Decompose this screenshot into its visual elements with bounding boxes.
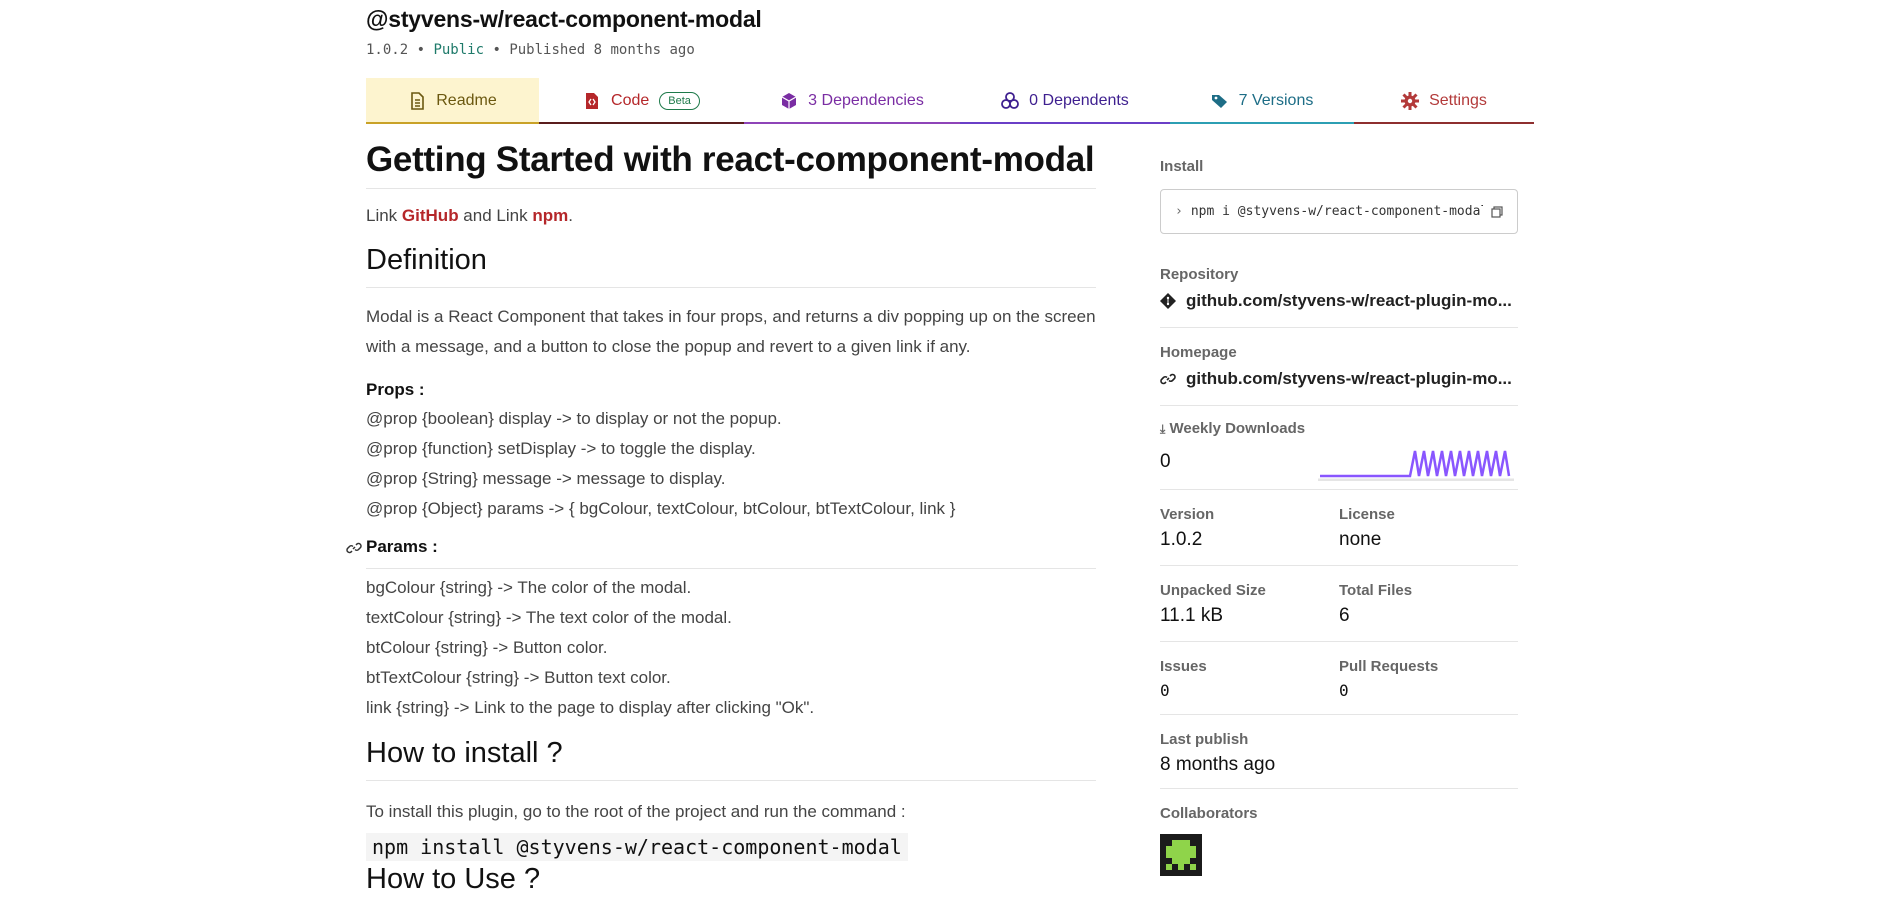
pull-requests-value[interactable]: 0 [1339,681,1518,700]
repository-link[interactable]: github.com/styvens-w/react-plugin-mo... [1160,291,1518,311]
params-list: bgColour {string} -> The color of the mo… [366,573,1096,723]
readme-content: Getting Started with react-component-mod… [346,140,1096,906]
license-label: License [1339,506,1395,523]
collaborators-label: Collaborators [1160,805,1258,822]
definition-text: Modal is a React Component that takes in… [366,307,1096,356]
homepage-link[interactable]: github.com/styvens-w/react-plugin-mo... [1160,369,1518,389]
params-heading: Params : [366,537,438,556]
weekly-downloads-value: 0 [1160,451,1171,472]
package-tabs: Readme Code Beta 3 Dependencies 0 Depend… [366,78,1534,124]
param-line: link {string} -> Link to the page to dis… [366,698,815,717]
prop-line: @prop {boolean} display -> to display or… [366,409,782,428]
copy-icon[interactable] [1491,205,1503,218]
package-visibility: Public [433,42,485,58]
install-label: Install [1160,158,1204,175]
param-line: btTextColour {string} -> Button text col… [366,668,671,687]
tags-icon [1211,95,1227,108]
version-label: Version [1160,506,1215,523]
readme-title: Getting Started with react-component-mod… [366,140,1096,189]
tab-dependents[interactable]: 0 Dependents [960,78,1170,124]
unpacked-size-label: Unpacked Size [1160,582,1266,599]
use-heading: How to Use ? [366,863,541,895]
repository-label: Repository [1160,266,1239,283]
npm-link[interactable]: npm [532,206,568,225]
tab-versions[interactable]: 7 Versions [1170,78,1354,124]
link-icon [1160,373,1176,385]
download-icon: ⤓ [1160,422,1166,436]
tab-code[interactable]: Code Beta [539,78,744,124]
version-value: 1.0.2 [1160,529,1203,550]
beta-badge: Beta [659,92,700,110]
anchor-link-icon[interactable] [346,540,362,556]
tab-readme[interactable]: Readme [366,78,539,124]
package-name: @styvens-w/react-component-modal [366,6,762,32]
package-version: 1.0.2 [366,42,409,58]
homepage-label: Homepage [1160,344,1237,361]
package-published: Published 8 months ago [509,42,695,58]
prop-line: @prop {String} message -> message to dis… [366,469,726,488]
links-paragraph: Link GitHub and Link npm. [366,206,573,225]
tab-settings[interactable]: Settings [1354,78,1534,124]
install-command-box[interactable]: › npm i @styvens-w/react-component-modal [1160,189,1518,234]
last-publish-value: 8 months ago [1160,754,1276,775]
param-line: textColour {string} -> The text color of… [366,608,732,627]
boxes-icon [1001,92,1020,109]
issues-label: Issues [1160,658,1207,675]
total-files-value: 6 [1339,605,1350,626]
weekly-downloads-sparkline [1318,450,1514,481]
unpacked-size-value: 11.1 kB [1160,605,1224,626]
weekly-downloads-label: ⤓ Weekly Downloads [1160,420,1306,437]
install-heading: How to install ? [366,737,1096,781]
param-line: bgColour {string} -> The color of the mo… [366,578,692,597]
license-value: none [1339,529,1382,550]
file-code-icon [586,93,599,109]
sidebar: Install › npm i @styvens-w/react-compone… [1160,140,1518,876]
prop-line: @prop {function} setDisplay -> to toggle… [366,439,756,458]
github-link[interactable]: GitHub [402,206,459,225]
total-files-label: Total Files [1339,582,1413,599]
issues-value[interactable]: 0 [1160,681,1339,700]
last-publish-label: Last publish [1160,731,1249,748]
page-container: @styvens-w/react-component-modal 1.0.2 •… [346,0,1534,911]
pull-requests-label: Pull Requests [1339,658,1439,675]
install-command: npm i @styvens-w/react-component-modal [1190,204,1483,219]
chevron-right-icon: › [1175,204,1183,219]
package-meta: 1.0.2 • Public • Published 8 months ago [366,42,695,58]
sparkline-path [1320,450,1511,478]
props-heading: Props : [366,380,425,399]
git-icon [1160,293,1176,309]
box-icon [781,93,797,109]
definition-heading: Definition [366,244,1096,288]
gear-icon [1401,92,1420,110]
document-icon [411,92,425,110]
param-line: btColour {string} -> Button color. [366,638,608,657]
collaborator-avatar[interactable] [1160,834,1202,876]
install-code: npm install @styvens-w/react-component-m… [366,833,908,861]
prop-line: @prop {Object} params -> { bgColour, tex… [366,499,956,518]
tab-dependencies[interactable]: 3 Dependencies [744,78,960,124]
props-list: @prop {boolean} display -> to display or… [366,404,1096,524]
install-text: To install this plugin, go to the root o… [366,802,906,821]
